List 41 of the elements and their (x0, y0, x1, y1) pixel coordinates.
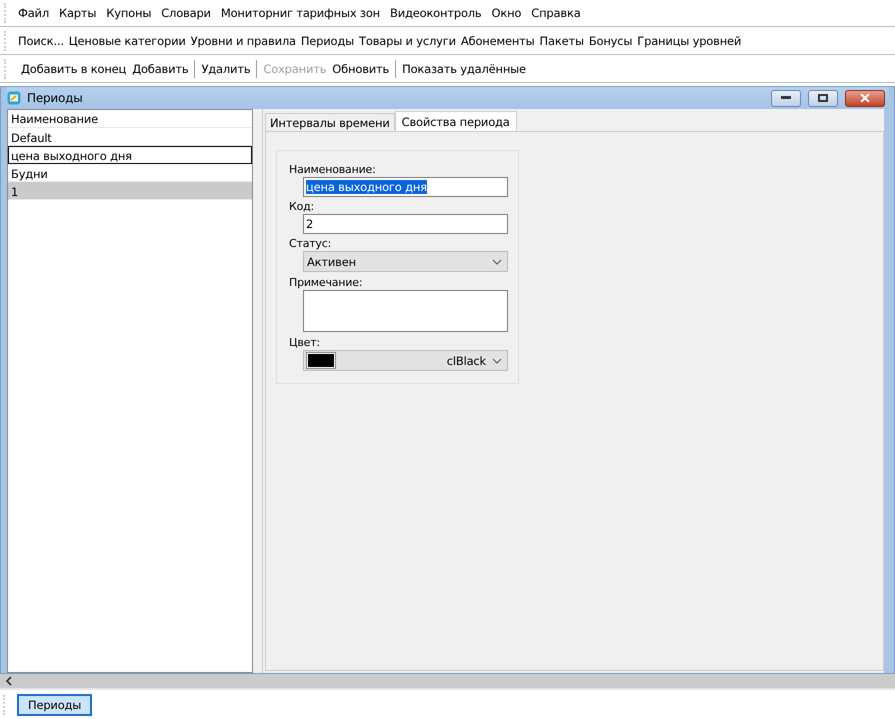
window-title: Периоды (27, 91, 83, 105)
tab[interactable]: Свойства периода (394, 111, 517, 131)
field-value: цена выходного дня (306, 180, 427, 194)
toolbar-item[interactable]: Абонементы (460, 34, 535, 48)
input-field[interactable]: 2 (303, 214, 508, 234)
window-tab[interactable]: Периоды (17, 694, 92, 716)
menu-item[interactable]: Окно (492, 6, 522, 20)
toolbar-item[interactable]: Ценовые категории (68, 34, 186, 48)
list-row[interactable]: 1 (8, 182, 252, 200)
toolbar-button[interactable]: Добавить (129, 62, 192, 76)
color-dropdown[interactable]: clBlack (303, 350, 508, 371)
list-row[interactable]: цена выходного дня (8, 146, 252, 164)
menu-item[interactable]: Видеоконтроль (390, 6, 482, 20)
menu-item[interactable]: Купоны (106, 6, 152, 20)
toolbar-item[interactable]: Поиск... (18, 34, 64, 48)
field-label: Примечание: (289, 276, 364, 290)
toolbar-item[interactable]: Границы уровней (637, 34, 742, 48)
field-label: Статус: (289, 237, 332, 251)
field-value: 2 (306, 217, 314, 231)
column-header: Наименование (8, 110, 252, 128)
toolbar-button[interactable]: Показать удалённые (399, 62, 529, 76)
menu-item[interactable]: Словари (161, 6, 211, 20)
toolbar-button[interactable]: Добавить в конец (18, 62, 130, 76)
field-label: Код: (289, 200, 316, 214)
input-field[interactable]: цена выходного дня (303, 177, 508, 197)
menu-item[interactable]: Карты (58, 6, 96, 20)
menu-item[interactable]: Файл (18, 6, 49, 20)
list-row[interactable]: Default (8, 128, 252, 146)
toolbar-item[interactable]: Пакеты (540, 34, 584, 48)
toolbar-item[interactable]: Бонусы (588, 34, 632, 48)
tab[interactable]: Интервалы времени (265, 113, 395, 131)
toolbar-item[interactable]: Уровни и правила (190, 34, 296, 48)
menu-item[interactable]: Мониторниг тарифных зон (220, 6, 380, 20)
menu-item[interactable]: Справка (531, 6, 581, 20)
toolbar-button[interactable]: Удалить (198, 62, 254, 76)
field-label: Цвет: (289, 336, 321, 350)
toolbar-item[interactable]: Товары и услуги (359, 34, 456, 48)
field-label: Наименование: (289, 163, 377, 177)
toolbar-item[interactable]: Периоды (300, 34, 354, 48)
status-dropdown[interactable]: Активен (303, 251, 508, 272)
toolbar-button[interactable]: Обновить (329, 62, 392, 76)
